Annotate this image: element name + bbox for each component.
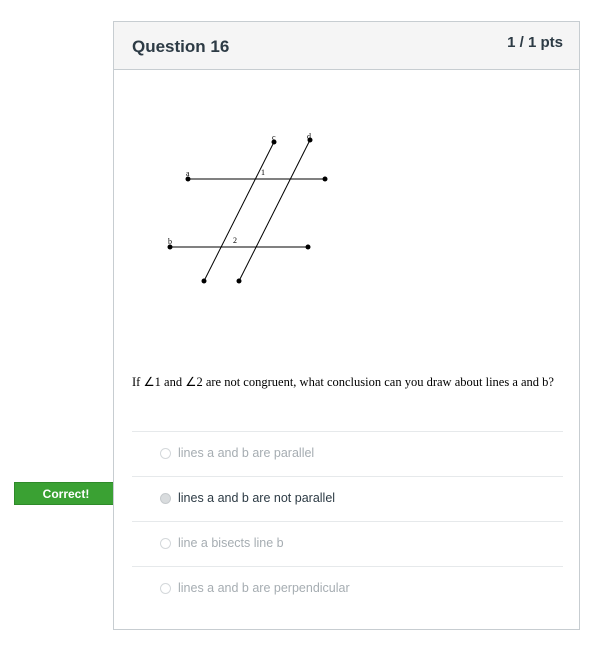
endpoint-dot bbox=[201, 278, 207, 284]
endpoint-dot bbox=[305, 244, 311, 250]
line-d bbox=[238, 139, 311, 282]
geometry-figure: a b c d 1 2 bbox=[167, 132, 328, 284]
endpoint-dot bbox=[236, 278, 242, 284]
answer-label: lines a and b are perpendicular bbox=[178, 581, 350, 595]
radio-button[interactable] bbox=[160, 493, 171, 504]
label-a: a bbox=[186, 169, 190, 178]
question-card: Question 16 1 / 1 pts a b c d 1 2 If ∠1 … bbox=[113, 21, 580, 630]
answer-option[interactable]: lines a and b are parallel bbox=[132, 431, 563, 476]
angle-1-symbol: ∠1 bbox=[143, 375, 161, 389]
label-angle-2: 2 bbox=[233, 236, 237, 245]
radio-button[interactable] bbox=[160, 538, 171, 549]
answer-label: line a bisects line b bbox=[178, 536, 284, 550]
radio-button[interactable] bbox=[160, 583, 171, 594]
question-text: If ∠1 and ∠2 are not congruent, what con… bbox=[132, 372, 562, 392]
question-text-suffix: are not congruent, what conclusion can y… bbox=[202, 375, 554, 389]
answer-label: lines a and b are not parallel bbox=[178, 491, 336, 505]
question-title: Question 16 bbox=[132, 37, 230, 56]
question-points: 1 / 1 pts bbox=[507, 34, 563, 51]
question-text-and: and bbox=[160, 375, 186, 389]
answer-option[interactable]: line a bisects line b bbox=[132, 521, 563, 566]
answer-option[interactable]: lines a and b are not parallel bbox=[132, 476, 563, 521]
label-angle-1: 1 bbox=[261, 168, 265, 177]
question-text-prefix: If bbox=[132, 375, 144, 389]
endpoint-dot bbox=[322, 176, 328, 182]
answer-list: lines a and b are parallel lines a and b… bbox=[132, 431, 563, 611]
correct-answer-flag: Correct! bbox=[14, 482, 129, 506]
label-d: d bbox=[307, 132, 311, 141]
label-b: b bbox=[168, 237, 172, 246]
answer-option[interactable]: lines a and b are perpendicular bbox=[132, 566, 563, 611]
line-c bbox=[203, 141, 275, 282]
radio-button[interactable] bbox=[160, 448, 171, 459]
angle-2-symbol: ∠2 bbox=[185, 375, 203, 389]
label-c: c bbox=[272, 133, 276, 142]
answer-label: lines a and b are parallel bbox=[178, 446, 315, 460]
question-header: Question 16 1 / 1 pts bbox=[114, 22, 579, 70]
